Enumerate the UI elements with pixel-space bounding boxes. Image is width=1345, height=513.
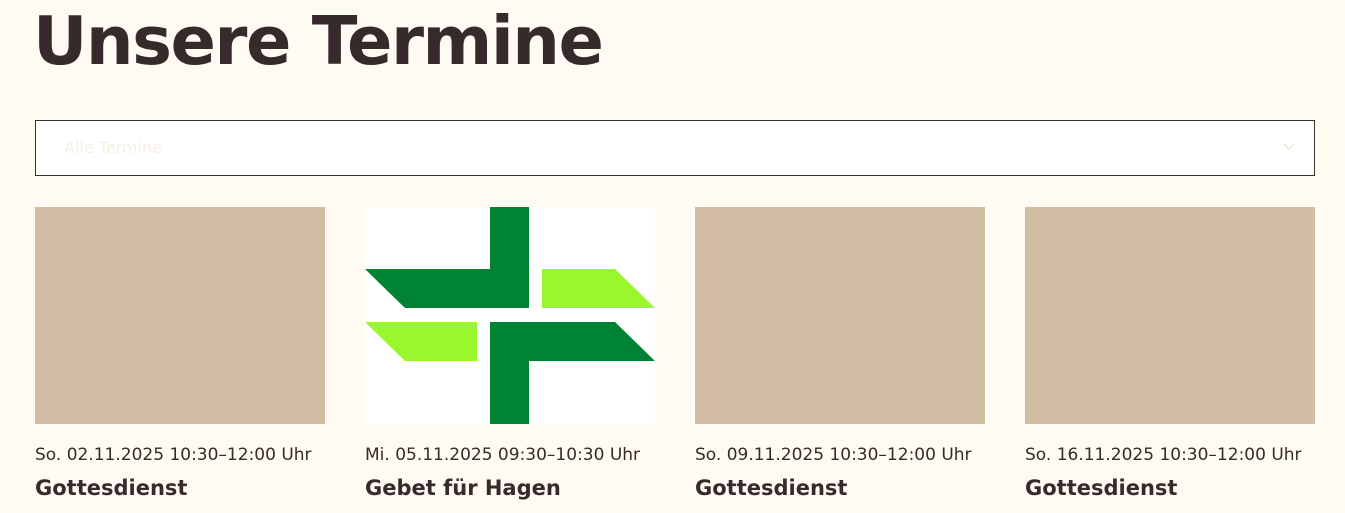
filter-selected-value: Alle Termine <box>64 138 162 157</box>
cross-logo-icon <box>365 207 655 424</box>
chevron-down-icon <box>1282 139 1296 153</box>
event-filter-select[interactable]: Alle Termine <box>35 120 1315 176</box>
event-title[interactable]: Gottesdienst <box>1025 474 1177 502</box>
event-list: So. 02.11.2025 10:30–12:00 Uhr Gottesdie… <box>35 207 1315 507</box>
event-card[interactable]: So. 09.11.2025 10:30–12:00 Uhr Gottesdie… <box>695 207 985 507</box>
event-title[interactable]: Gottesdienst <box>35 474 187 502</box>
event-date: So. 02.11.2025 10:30–12:00 Uhr <box>35 445 312 465</box>
event-image-placeholder[interactable] <box>695 207 985 424</box>
event-card[interactable]: So. 16.11.2025 10:30–12:00 Uhr Gottesdie… <box>1025 207 1315 507</box>
event-title[interactable]: Gebet für Hagen <box>365 474 561 502</box>
event-date: Mi. 05.11.2025 09:30–10:30 Uhr <box>365 445 641 465</box>
event-card[interactable]: Mi. 05.11.2025 09:30–10:30 Uhr Gebet für… <box>365 207 655 507</box>
event-image-placeholder[interactable] <box>35 207 325 424</box>
event-image-placeholder[interactable] <box>1025 207 1315 424</box>
event-date: So. 16.11.2025 10:30–12:00 Uhr <box>1025 445 1302 465</box>
event-date: So. 09.11.2025 10:30–12:00 Uhr <box>695 445 972 465</box>
event-card[interactable]: So. 02.11.2025 10:30–12:00 Uhr Gottesdie… <box>35 207 325 507</box>
event-image[interactable] <box>365 207 655 424</box>
event-title[interactable]: Gottesdienst <box>695 474 847 502</box>
page-title: Unsere Termine <box>33 2 604 80</box>
